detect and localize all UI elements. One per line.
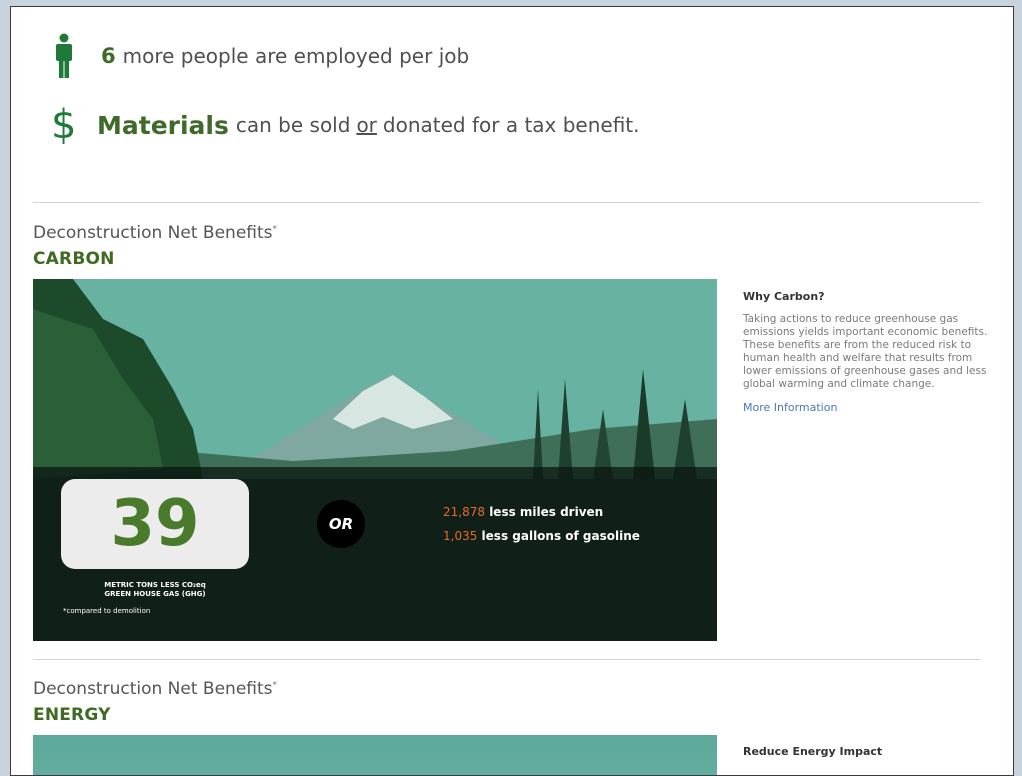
carbon-title-text: Deconstruction Net Benefits [33,223,273,243]
people-text: more people are employed per job [122,44,470,68]
metric-caption-line2: GREEN HOUSE GAS (GHG) [104,590,206,598]
energy-sidebar: Reduce Energy Impact [743,745,988,768]
stat-people-row: 6 more people are employed per job [51,33,469,79]
energy-section-subtitle: ENERGY [33,705,111,725]
people-count: 6 [101,44,116,68]
miles-text: less miles driven [489,505,604,519]
metric-caption: METRIC TONS LESS CO₂eq GREEN HOUSE GAS (… [61,581,249,599]
carbon-section-subtitle: CARBON [33,249,115,269]
energy-title-text: Deconstruction Net Benefits [33,679,273,699]
miles-equivalent: 21,878 less miles driven [443,505,603,519]
stat-materials-row: $ Materials can be sold or donated for a… [51,105,640,145]
gas-value: 1,035 [443,529,478,543]
materials-label: Materials [97,110,229,140]
carbon-hero-image: 39 METRIC TONS LESS CO₂eq GREEN HOUSE GA… [33,279,717,641]
carbon-sidebar: Why Carbon? Taking actions to reduce gre… [743,290,988,415]
energy-section-title: Deconstruction Net Benefits* [33,679,277,699]
carbon-title-mark: * [272,224,278,235]
metric-caption-line1: METRIC TONS LESS CO₂eq [104,581,206,589]
person-icon [56,33,72,78]
metric-box: 39 [61,479,249,569]
energy-title-mark: * [272,680,278,691]
divider [33,659,981,660]
materials-text-after: donated for a tax benefit. [382,113,640,137]
metric-footnote: *compared to demolition [63,607,151,615]
miles-value: 21,878 [443,505,485,519]
page-panel: 6 more people are employed per job $ Mat… [10,6,1014,776]
materials-text-before: can be sold [235,113,351,137]
energy-side-title: Reduce Energy Impact [743,745,883,758]
materials-or: or [356,113,377,137]
gas-equivalent: 1,035 less gallons of gasoline [443,529,640,543]
or-badge: OR [317,500,365,548]
dollar-icon: $ [51,102,77,148]
more-information-link[interactable]: More Information [743,401,837,414]
divider [33,202,981,203]
carbon-section-title: Deconstruction Net Benefits* [33,223,277,243]
carbon-side-body: Taking actions to reduce greenhouse gas … [743,313,988,390]
gas-text: less gallons of gasoline [481,529,640,543]
metric-value: 39 [110,487,200,561]
carbon-side-title: Why Carbon? [743,290,825,303]
